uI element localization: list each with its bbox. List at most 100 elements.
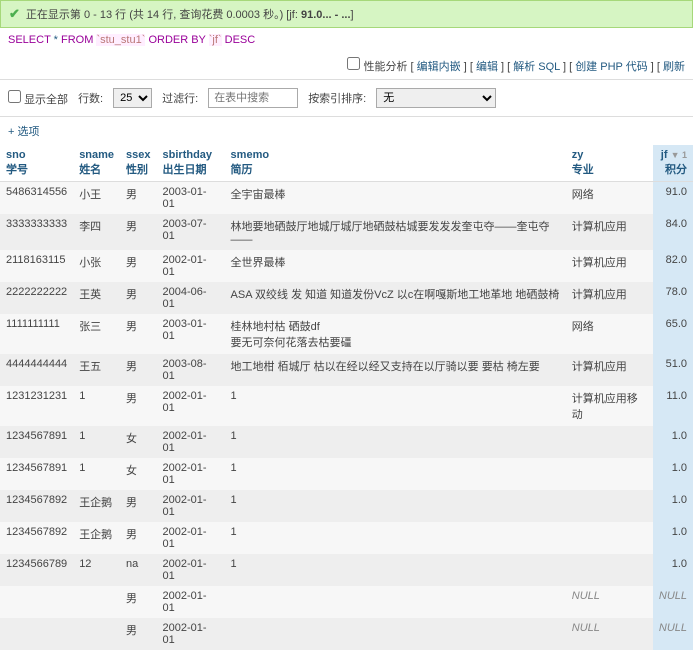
cell: 网络 [566, 314, 653, 354]
status-bar: ✔ 正在显示第 0 - 13 行 (共 14 行, 查询花费 0.0003 秒。… [0, 0, 693, 28]
cell: 男 [120, 214, 156, 250]
col-zy[interactable]: zy专业 [566, 145, 653, 182]
edit-link[interactable]: 编辑 [476, 61, 498, 73]
cell: 1 [225, 522, 566, 554]
table-row[interactable]: 1234567892王企鹅男2002-01-0111.0 [0, 522, 693, 554]
cell: 网络 [566, 182, 653, 215]
cell: NULL [653, 618, 693, 650]
cell: 5486314556 [0, 182, 73, 215]
cell: 男 [120, 586, 156, 618]
cell: 1111111111 [0, 314, 73, 354]
cell: 1234567891 [0, 458, 73, 490]
table-row[interactable]: 1111111111张三男2003-01-01桂林地村枯 硒鼓df 要无可奈何花… [0, 314, 693, 354]
col-smemo[interactable]: smemo简历 [225, 145, 566, 182]
cell: 女 [120, 426, 156, 458]
cell: 1231231231 [0, 386, 73, 426]
cell: 林地要地硒鼓厅地城厅城厅地硒鼓枯城要发发发奎屯夺——奎屯夺—— [225, 214, 566, 250]
table-row[interactable]: 男2002-01-01NULLNULL [0, 586, 693, 618]
cell: 张三 [73, 314, 120, 354]
cell: 王英 [73, 282, 120, 314]
cell: 2002-01-01 [157, 522, 225, 554]
cell: 2002-01-01 [157, 250, 225, 282]
cell [566, 522, 653, 554]
cell: 男 [120, 354, 156, 386]
cell: 1 [73, 458, 120, 490]
col-jf[interactable]: jf ▼ 1积分 [653, 145, 693, 182]
rows-select[interactable]: 25 [113, 88, 152, 108]
cell: 1.0 [653, 522, 693, 554]
cell: 全世界最棒 [225, 250, 566, 282]
results-table: sno学号 sname姓名 ssex性别 sbirthday出生日期 smemo… [0, 145, 693, 650]
cell: 王企鹅 [73, 490, 120, 522]
cell: 2002-01-01 [157, 458, 225, 490]
cell: 3333333333 [0, 214, 73, 250]
cell: 男 [120, 314, 156, 354]
sort-select[interactable]: 无 [376, 88, 496, 108]
col-sno[interactable]: sno学号 [0, 145, 73, 182]
cell: 1.0 [653, 490, 693, 522]
cell: 2004-06-01 [157, 282, 225, 314]
cell: 男 [120, 182, 156, 215]
cell: 男 [120, 386, 156, 426]
col-sname[interactable]: sname姓名 [73, 145, 120, 182]
sql-query: SELECT * FROM `stu_stu1` ORDER BY `jf` D… [0, 28, 693, 52]
cell: 91.0 [653, 182, 693, 215]
cell: 1234567892 [0, 522, 73, 554]
cell: 82.0 [653, 250, 693, 282]
rows-label: 行数: [78, 90, 103, 106]
table-row[interactable]: 2118163115小张男2002-01-01全世界最棒计算机应用82.0 [0, 250, 693, 282]
cell: 4444444444 [0, 354, 73, 386]
edit-inline-link[interactable]: 编辑内嵌 [417, 61, 461, 73]
cell: 计算机应用移动 [566, 386, 653, 426]
cell: 1 [225, 458, 566, 490]
filter-label: 过滤行: [162, 90, 198, 106]
cell: 1234567891 [0, 426, 73, 458]
cell: 2003-07-01 [157, 214, 225, 250]
col-ssex[interactable]: ssex性别 [120, 145, 156, 182]
col-sbirthday[interactable]: sbirthday出生日期 [157, 145, 225, 182]
table-row[interactable]: 男2002-01-01NULLNULL [0, 618, 693, 650]
cell: 计算机应用 [566, 250, 653, 282]
cell: 1 [73, 386, 120, 426]
cell: 男 [120, 250, 156, 282]
cell: NULL [653, 586, 693, 618]
cell: 王五 [73, 354, 120, 386]
table-row[interactable]: 2222222222王英男2004-06-01ASA 双绞线 发 知道 知道发份… [0, 282, 693, 314]
cell: 男 [120, 522, 156, 554]
cell: 1234567892 [0, 490, 73, 522]
table-row[interactable]: 12345678911女2002-01-0111.0 [0, 426, 693, 458]
cell [0, 618, 73, 650]
cell: 78.0 [653, 282, 693, 314]
cell: 全宇宙最棒 [225, 182, 566, 215]
refresh-link[interactable]: 刷新 [663, 61, 685, 73]
cell: 桂林地村枯 硒鼓df 要无可奈何花落去枯要礓 [225, 314, 566, 354]
table-row[interactable]: 12312312311男2002-01-011计算机应用移动11.0 [0, 386, 693, 426]
explain-sql-link[interactable]: 解析 SQL [513, 61, 560, 73]
table-row[interactable]: 12345678911女2002-01-0111.0 [0, 458, 693, 490]
options-toggle[interactable]: + 选项 [0, 117, 693, 145]
cell: 65.0 [653, 314, 693, 354]
cell: 小王 [73, 182, 120, 215]
table-row[interactable]: 4444444444王五男2003-08-01地工地柑 栢城厅 枯以在经以经又支… [0, 354, 693, 386]
cell: 2002-01-01 [157, 554, 225, 586]
show-all-checkbox[interactable]: 显示全部 [8, 90, 68, 107]
perf-checkbox[interactable]: 性能分析 [347, 61, 407, 73]
cell [73, 586, 120, 618]
create-php-link[interactable]: 创建 PHP 代码 [575, 61, 648, 73]
cell [225, 586, 566, 618]
cell: 2002-01-01 [157, 490, 225, 522]
cell: 2003-08-01 [157, 354, 225, 386]
table-row[interactable]: 5486314556小王男2003-01-01全宇宙最棒网络91.0 [0, 182, 693, 215]
cell: na [120, 554, 156, 586]
cell: 1 [225, 386, 566, 426]
cell: 1.0 [653, 458, 693, 490]
table-row[interactable]: 123456678912na2002-01-0111.0 [0, 554, 693, 586]
cell [0, 586, 73, 618]
cell: 2002-01-01 [157, 618, 225, 650]
cell: 男 [120, 282, 156, 314]
table-row[interactable]: 3333333333李四男2003-07-01林地要地硒鼓厅地城厅城厅地硒鼓枯城… [0, 214, 693, 250]
sort-desc-icon: ▼ 1 [671, 150, 687, 160]
cell [566, 554, 653, 586]
table-row[interactable]: 1234567892王企鹅男2002-01-0111.0 [0, 490, 693, 522]
filter-input[interactable] [208, 88, 298, 108]
